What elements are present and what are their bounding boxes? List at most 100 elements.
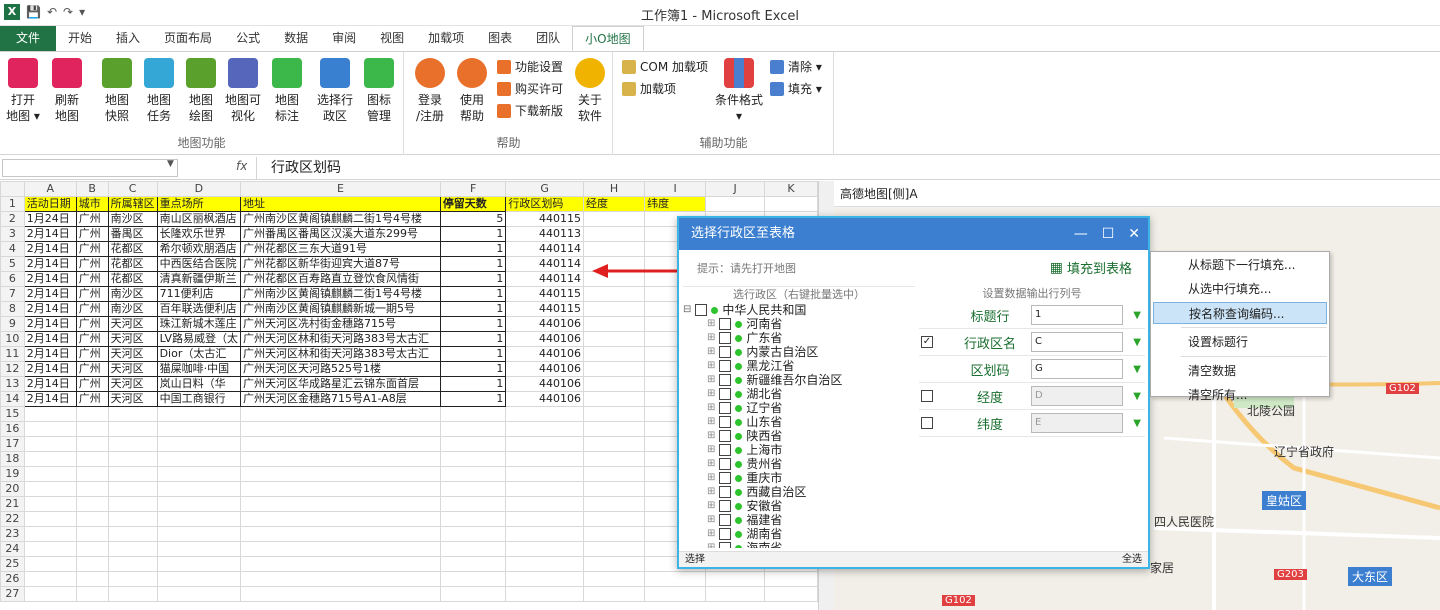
cell[interactable] <box>439 421 507 437</box>
cell[interactable]: 广州 <box>75 211 109 227</box>
tab-4[interactable]: 公式 <box>224 26 272 51</box>
tree-node-province[interactable]: ⊞ 河南省 <box>683 317 915 331</box>
row-header[interactable]: 20 <box>0 481 25 497</box>
cell[interactable] <box>705 571 765 587</box>
cell[interactable]: 天河区 <box>107 391 158 407</box>
cell[interactable]: 中西医结合医院 <box>156 256 242 272</box>
cell[interactable] <box>505 556 584 572</box>
field-dropdown-icon[interactable]: ▼ <box>1133 364 1141 375</box>
cell[interactable] <box>439 481 507 497</box>
cell[interactable] <box>156 511 242 527</box>
cell[interactable]: 440106 <box>505 361 584 377</box>
tree-node-province[interactable]: ⊞ 广东省 <box>683 331 915 345</box>
cell[interactable] <box>156 526 242 542</box>
cell[interactable]: 1 <box>439 346 507 362</box>
field-checkbox[interactable] <box>921 390 933 402</box>
row-header[interactable]: 21 <box>0 496 25 512</box>
cell[interactable]: 广州天河区林和街天河路383号太古汇 <box>240 346 441 362</box>
cell[interactable] <box>240 526 441 542</box>
cell[interactable] <box>75 421 109 437</box>
cell[interactable] <box>582 541 646 557</box>
cell[interactable] <box>156 466 242 482</box>
context-menu-item[interactable]: 从标题下一行填充... <box>1153 254 1327 276</box>
map-button-0[interactable]: 打开 地图 ▾ <box>2 58 44 124</box>
cell[interactable] <box>439 526 507 542</box>
checkbox[interactable] <box>719 430 732 442</box>
expand-icon[interactable]: ⊞ <box>707 527 715 541</box>
cell[interactable]: 百年联选便利店 <box>156 301 242 317</box>
cell[interactable] <box>705 196 765 212</box>
cell[interactable]: 清真新疆伊斯兰 <box>156 271 242 287</box>
checkbox[interactable] <box>719 486 732 498</box>
cell[interactable]: 1 <box>439 331 507 347</box>
cell[interactable]: 广州 <box>75 361 109 377</box>
select-label[interactable]: 选择 <box>685 552 705 567</box>
cell[interactable] <box>582 511 646 527</box>
cell[interactable]: 花都区 <box>107 241 158 257</box>
checkbox[interactable] <box>719 332 732 344</box>
cell[interactable]: 1 <box>439 391 507 407</box>
cell[interactable] <box>107 481 158 497</box>
map-button-1[interactable]: 刷新 地图 <box>46 58 88 124</box>
cell[interactable] <box>156 571 242 587</box>
cell[interactable] <box>23 406 77 422</box>
cell[interactable] <box>582 391 646 407</box>
cell[interactable]: 广州天河区天河路525号1楼 <box>240 361 441 377</box>
cell[interactable] <box>107 466 158 482</box>
cell[interactable] <box>23 541 77 557</box>
cell[interactable]: 440114 <box>505 271 584 287</box>
checkbox[interactable] <box>695 304 708 316</box>
cell[interactable] <box>107 421 158 437</box>
cell[interactable] <box>439 436 507 452</box>
cell[interactable]: 广州 <box>75 241 109 257</box>
cell[interactable] <box>582 526 646 542</box>
row-header[interactable]: 27 <box>0 586 25 602</box>
cell[interactable] <box>75 481 109 497</box>
field-checkbox[interactable]: ✓ <box>921 336 933 348</box>
cell[interactable] <box>240 436 441 452</box>
row-header[interactable]: 13 <box>0 376 25 392</box>
context-menu-item[interactable]: 清空数据 <box>1153 360 1327 382</box>
cell[interactable] <box>582 226 646 242</box>
cell[interactable] <box>582 406 646 422</box>
cell[interactable]: 440114 <box>505 241 584 257</box>
cell[interactable]: 广州天河区林和街天河路383号太古汇 <box>240 331 441 347</box>
expand-icon[interactable]: ⊞ <box>707 513 715 527</box>
cell[interactable] <box>107 496 158 512</box>
cell[interactable]: 活动日期 <box>23 196 77 212</box>
row-header[interactable]: 4 <box>0 241 25 257</box>
cell[interactable]: 番禺区 <box>107 226 158 242</box>
cell[interactable] <box>107 556 158 572</box>
tree-node-province[interactable]: ⊞ 湖南省 <box>683 527 915 541</box>
cell[interactable] <box>439 571 507 587</box>
tree-node-province[interactable]: ⊞ 贵州省 <box>683 457 915 471</box>
cell[interactable] <box>439 406 507 422</box>
cell[interactable]: 中国工商银行 <box>156 391 242 407</box>
cell[interactable]: 南山区丽枫酒店 <box>156 211 242 227</box>
row-header[interactable]: 12 <box>0 361 25 377</box>
cell[interactable] <box>23 421 77 437</box>
cell[interactable] <box>582 466 646 482</box>
row-header[interactable]: 25 <box>0 556 25 572</box>
cell[interactable]: 停留天数 <box>439 196 507 212</box>
expand-icon[interactable]: ⊞ <box>707 387 715 401</box>
checkbox[interactable] <box>719 402 732 414</box>
row-header[interactable]: 16 <box>0 421 25 437</box>
expand-icon[interactable]: ⊞ <box>707 457 715 471</box>
expand-icon[interactable]: ⊞ <box>707 317 715 331</box>
cell[interactable]: 2月14日 <box>23 376 77 392</box>
cell[interactable]: 天河区 <box>107 346 158 362</box>
cell[interactable]: 猫屎咖啡·中国 <box>156 361 242 377</box>
cell[interactable]: 2月14日 <box>23 331 77 347</box>
cell[interactable]: 1 <box>439 361 507 377</box>
field-select[interactable]: 1 <box>1031 305 1123 325</box>
cell[interactable] <box>439 496 507 512</box>
tree-node-province[interactable]: ⊞ 福建省 <box>683 513 915 527</box>
cell[interactable] <box>505 586 584 602</box>
cell[interactable] <box>75 541 109 557</box>
cell[interactable] <box>582 451 646 467</box>
fill-button[interactable]: 填充 ▾ <box>770 80 822 97</box>
checkbox[interactable] <box>719 444 732 456</box>
cell[interactable] <box>107 436 158 452</box>
com-addins-button[interactable]: COM 加载项 <box>622 58 708 75</box>
